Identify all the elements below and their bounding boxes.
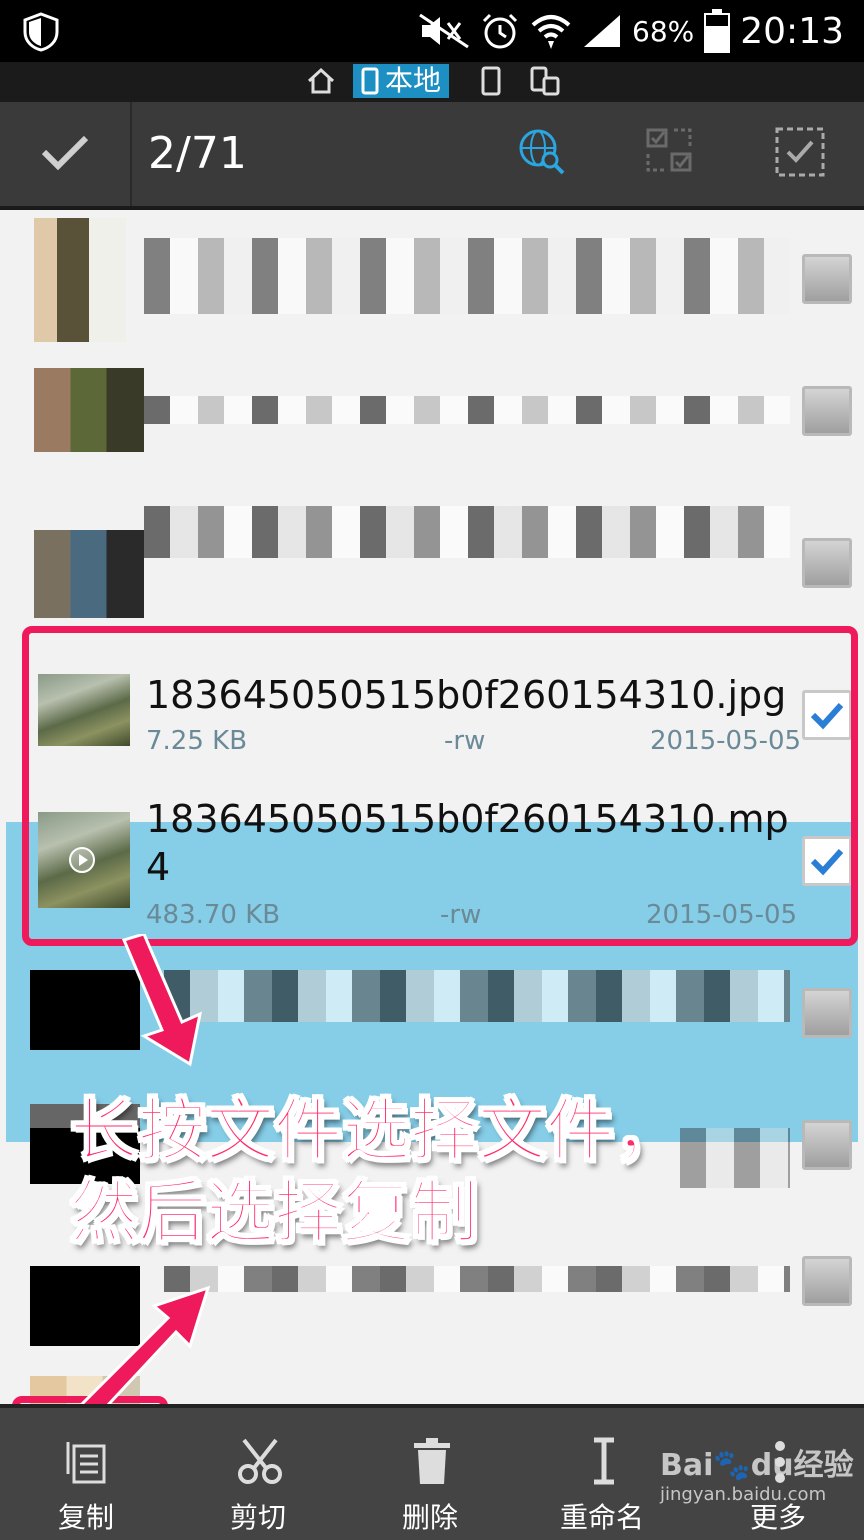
wifi-icon [531, 15, 571, 49]
copy-icon [66, 1442, 106, 1484]
signal-icon [584, 15, 621, 47]
multi-device-icon[interactable] [530, 66, 560, 96]
battery-icon [704, 9, 731, 53]
phone-icon [361, 67, 379, 95]
arrow-icon [121, 934, 203, 1067]
select-all-icon[interactable] [774, 126, 826, 178]
selection-action-bar: 2/71 [0, 102, 864, 210]
thumbnail [34, 530, 144, 618]
pixelated-text [680, 1128, 790, 1188]
checkmark-icon [41, 135, 89, 171]
baidu-jingyan-watermark: Bai🐾du经验 jingyan.baidu.com [660, 1440, 854, 1505]
home-icon[interactable] [306, 66, 336, 96]
thumbnail [34, 218, 126, 342]
alarm-icon [482, 13, 518, 49]
annotation-line2: 然后选择复制 [69, 1174, 479, 1253]
checkbox[interactable] [802, 254, 852, 304]
copy-label: 复制 [57, 1501, 114, 1534]
cut-button[interactable]: 剪切 [172, 1408, 344, 1540]
trash-icon [414, 1438, 450, 1484]
pixelated-text [144, 506, 790, 558]
annotation-line1: 长按文件选择文件， [69, 1092, 683, 1171]
text-cursor-icon [594, 1437, 614, 1485]
select-partial-icon[interactable] [644, 126, 694, 176]
local-label: 本地 [385, 64, 442, 97]
web-search-icon[interactable] [516, 126, 566, 176]
location-bar: 本地 [0, 62, 864, 102]
thumbnail [34, 368, 144, 452]
device-icon[interactable] [480, 66, 502, 96]
pixelated-text [164, 970, 790, 1022]
checkbox[interactable] [802, 988, 852, 1038]
cut-label: 剪切 [229, 1501, 286, 1534]
status-bar: 68% 20:13 [0, 0, 864, 62]
delete-button[interactable]: 删除 [344, 1408, 516, 1540]
copy-button[interactable]: 复制 [0, 1408, 172, 1540]
checkbox[interactable] [802, 386, 852, 436]
shield-icon [23, 12, 59, 52]
delete-label: 删除 [401, 1501, 458, 1534]
selection-highlight-box [22, 626, 858, 946]
checkbox[interactable] [802, 1256, 852, 1306]
watermark-url: jingyan.baidu.com [660, 1484, 827, 1505]
mute-icon [419, 13, 469, 49]
scissors-icon [238, 1438, 282, 1484]
checkbox[interactable] [802, 1120, 852, 1170]
local-storage-tab[interactable]: 本地 [353, 64, 450, 98]
selection-count: 2/71 [148, 128, 247, 179]
clock: 20:13 [740, 10, 844, 52]
pixelated-text [144, 238, 790, 314]
checkbox[interactable] [802, 538, 852, 588]
pixelated-text [164, 1266, 790, 1292]
watermark-brand: Bai🐾du经验 [660, 1448, 854, 1483]
pixelated-text [144, 396, 790, 424]
battery-percent: 68% [632, 14, 695, 48]
done-button[interactable] [0, 102, 132, 206]
